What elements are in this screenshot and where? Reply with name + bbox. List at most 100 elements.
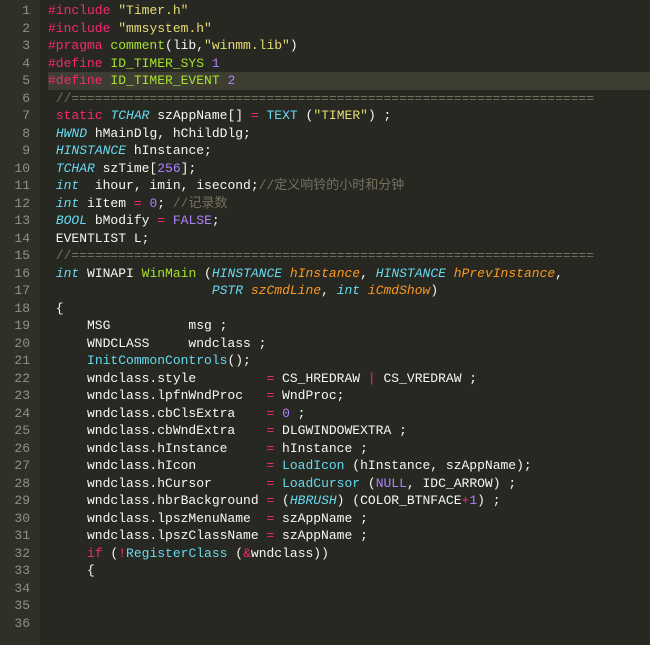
code-line[interactable]: { bbox=[48, 562, 650, 580]
token: #include bbox=[48, 3, 110, 18]
token: ( bbox=[196, 266, 212, 281]
line-number: 16 bbox=[6, 265, 30, 283]
token: HWND bbox=[56, 126, 87, 141]
code-area[interactable]: #include "Timer.h"#include "mmsystem.h"#… bbox=[40, 0, 650, 645]
code-line[interactable]: #pragma comment(lib,"winmm.lib") bbox=[48, 37, 650, 55]
token: hMainDlg, hChildDlg; bbox=[87, 126, 251, 141]
line-number: 3 bbox=[6, 37, 30, 55]
line-number: 7 bbox=[6, 107, 30, 125]
code-line[interactable]: wndclass.cbWndExtra = DLGWINDOWEXTRA ; bbox=[48, 422, 650, 440]
code-line[interactable]: #define ID_TIMER_EVENT 2 bbox=[48, 72, 650, 90]
token: 1 bbox=[469, 493, 477, 508]
token: wndclass.cbWndExtra bbox=[48, 423, 266, 438]
token: (hInstance, szAppName); bbox=[344, 458, 531, 473]
token: bModify bbox=[87, 213, 157, 228]
token bbox=[274, 406, 282, 421]
token bbox=[274, 458, 282, 473]
code-line[interactable]: wndclass.hIcon = LoadIcon (hInstance, sz… bbox=[48, 457, 650, 475]
token: WNDCLASS wndclass ; bbox=[48, 336, 266, 351]
token: wndclass)) bbox=[251, 546, 329, 561]
code-line[interactable]: #include "Timer.h" bbox=[48, 2, 650, 20]
code-line[interactable]: MSG msg ; bbox=[48, 317, 650, 335]
line-number: 22 bbox=[6, 370, 30, 388]
token: WndProc; bbox=[274, 388, 344, 403]
code-line[interactable]: wndclass.hInstance = hInstance ; bbox=[48, 440, 650, 458]
token: szAppName ; bbox=[274, 528, 368, 543]
token bbox=[446, 266, 454, 281]
token: //记录数 bbox=[173, 196, 228, 211]
code-line[interactable]: static TCHAR szAppName[] = TEXT ("TIMER"… bbox=[48, 107, 650, 125]
token: LoadIcon bbox=[282, 458, 344, 473]
code-line[interactable]: wndclass.style = CS_HREDRAW | CS_VREDRAW… bbox=[48, 370, 650, 388]
code-line[interactable]: #define ID_TIMER_SYS 1 bbox=[48, 55, 650, 73]
line-number: 13 bbox=[6, 212, 30, 230]
code-line[interactable]: wndclass.lpszMenuName = szAppName ; bbox=[48, 510, 650, 528]
code-line[interactable]: //======================================… bbox=[48, 247, 650, 265]
token: ) bbox=[290, 38, 298, 53]
line-number: 24 bbox=[6, 405, 30, 423]
token: szCmdLine bbox=[251, 283, 321, 298]
line-number: 33 bbox=[6, 562, 30, 580]
line-number: 35 bbox=[6, 597, 30, 615]
token: wndclass.lpszClassName bbox=[48, 528, 266, 543]
line-number: 18 bbox=[6, 300, 30, 318]
line-number: 11 bbox=[6, 177, 30, 195]
token: WINAPI bbox=[79, 266, 141, 281]
token bbox=[48, 161, 56, 176]
token: int bbox=[337, 283, 360, 298]
code-line[interactable]: wndclass.cbClsExtra = 0 ; bbox=[48, 405, 650, 423]
code-line[interactable]: HINSTANCE hInstance; bbox=[48, 142, 650, 160]
token: "TIMER" bbox=[313, 108, 368, 123]
token: iCmdShow bbox=[368, 283, 430, 298]
token: hInstance bbox=[290, 266, 360, 281]
code-line[interactable]: EVENTLIST L; bbox=[48, 230, 650, 248]
token: 2 bbox=[227, 73, 235, 88]
code-line[interactable]: if (!RegisterClass (&wndclass)) bbox=[48, 545, 650, 563]
code-line[interactable]: int ihour, imin, isecond;//定义响铃的小时和分钟 bbox=[48, 177, 650, 195]
token bbox=[48, 91, 56, 106]
token: LoadCursor bbox=[282, 476, 360, 491]
code-line[interactable]: WNDCLASS wndclass ; bbox=[48, 335, 650, 353]
token: ) ; bbox=[368, 108, 391, 123]
code-line[interactable]: HWND hMainDlg, hChildDlg; bbox=[48, 125, 650, 143]
token: int bbox=[56, 178, 79, 193]
token: hInstance; bbox=[126, 143, 212, 158]
code-line[interactable]: wndclass.hCursor = LoadCursor (NULL, IDC… bbox=[48, 475, 650, 493]
code-editor: 1234567891011121314151617181920212223242… bbox=[0, 0, 650, 645]
line-number: 26 bbox=[6, 440, 30, 458]
line-number: 4 bbox=[6, 55, 30, 73]
token: int bbox=[56, 196, 79, 211]
token: BOOL bbox=[56, 213, 87, 228]
token: ; bbox=[290, 406, 306, 421]
line-number: 5 bbox=[6, 72, 30, 90]
line-number: 25 bbox=[6, 422, 30, 440]
code-line[interactable]: { bbox=[48, 300, 650, 318]
line-number: 17 bbox=[6, 282, 30, 300]
line-number: 27 bbox=[6, 457, 30, 475]
token: #pragma bbox=[48, 38, 103, 53]
code-line[interactable]: int WINAPI WinMain (HINSTANCE hInstance,… bbox=[48, 265, 650, 283]
code-line[interactable]: BOOL bModify = FALSE; bbox=[48, 212, 650, 230]
code-line[interactable]: wndclass.lpfnWndProc = WndProc; bbox=[48, 387, 650, 405]
token: wndclass.cbClsExtra bbox=[48, 406, 266, 421]
code-line[interactable]: //======================================… bbox=[48, 90, 650, 108]
token: szAppName ; bbox=[274, 511, 368, 526]
token: ( bbox=[274, 493, 290, 508]
code-line[interactable]: #include "mmsystem.h" bbox=[48, 20, 650, 38]
code-line[interactable]: int iItem = 0; //记录数 bbox=[48, 195, 650, 213]
token: HBRUSH bbox=[290, 493, 337, 508]
token: PSTR bbox=[212, 283, 243, 298]
token bbox=[48, 266, 56, 281]
token bbox=[48, 178, 56, 193]
code-line[interactable]: InitCommonControls(); bbox=[48, 352, 650, 370]
code-line[interactable]: TCHAR szTime[256]; bbox=[48, 160, 650, 178]
token: "mmsystem.h" bbox=[118, 21, 212, 36]
code-line[interactable]: wndclass.hbrBackground = (HBRUSH) (COLOR… bbox=[48, 492, 650, 510]
token: | bbox=[368, 371, 376, 386]
token: ) ; bbox=[477, 493, 500, 508]
code-line[interactable]: wndclass.lpszClassName = szAppName ; bbox=[48, 527, 650, 545]
token: & bbox=[243, 546, 251, 561]
code-line[interactable]: PSTR szCmdLine, int iCmdShow) bbox=[48, 282, 650, 300]
token: ; bbox=[212, 213, 220, 228]
token bbox=[204, 56, 212, 71]
